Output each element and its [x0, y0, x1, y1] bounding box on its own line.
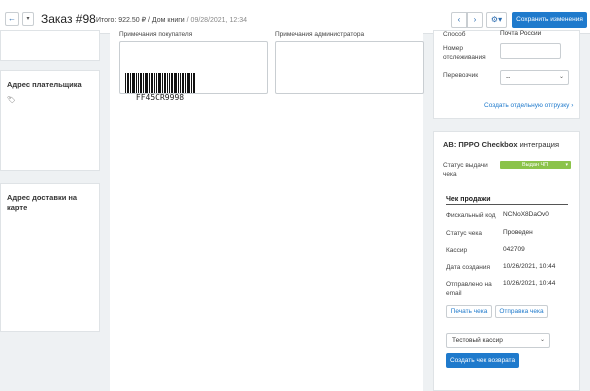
cashier-value: 042709 [503, 246, 525, 253]
shipping-method-label: Способ [443, 31, 466, 38]
gear-icon: ⚙▾ [490, 15, 503, 24]
tracking-number-input[interactable] [500, 43, 561, 59]
create-return-receipt-button[interactable]: Создать чек возврата [446, 353, 519, 368]
chevron-down-icon: ⌄ [558, 74, 564, 80]
cashier-select[interactable]: Тестовый кассир ⌄ [446, 333, 550, 348]
tracking-number-label: Номер отслеживания [443, 45, 486, 61]
total-label: Итого: [96, 17, 117, 24]
emailed-label: Отправлено на email [446, 281, 492, 297]
order-meta: Итого: 922.50 ₽ / Дом книги / 09/28/2021… [96, 16, 247, 24]
carrier-select-value: -- [506, 74, 511, 81]
barcode-text: FF45CR9998 [135, 93, 185, 102]
tag-icon[interactable]: 🏷 [7, 96, 16, 104]
caret-down-icon: ▾ [565, 162, 568, 168]
send-receipt-button[interactable]: Отправка чека [495, 305, 548, 318]
receipt-status-label: Статус чека [446, 230, 482, 237]
delivery-map-card: Адрес доставки на карте [0, 183, 100, 332]
actions-dropdown-button[interactable]: ▾ [22, 12, 34, 26]
save-button[interactable]: Сохранить изменения [512, 12, 587, 28]
page-title: Заказ #98 [41, 12, 96, 26]
carrier-select[interactable]: -- ⌄ [500, 70, 569, 85]
payer-address-title: Адрес плательщика [7, 80, 82, 89]
created-date-label: Дата создания [446, 264, 491, 271]
settings-button[interactable]: ⚙▾ [486, 12, 507, 28]
admin-notes-label: Примечания администратора [275, 31, 365, 38]
barcode [125, 73, 195, 93]
caret-down-icon: ▾ [26, 16, 30, 22]
delivery-map-title: Адрес доставки на карте [7, 193, 78, 212]
fiscal-code-label: Фискальный код [446, 212, 496, 219]
payer-address-card: Адрес плательщика 🏷 [0, 70, 100, 171]
arrow-left-icon: ← [8, 14, 16, 23]
receipt-status-issue-label: Статус выдачи чека [443, 162, 488, 178]
left-card-top [0, 30, 100, 61]
print-receipt-button[interactable]: Печать чека [446, 305, 492, 318]
cashier-select-value: Тестовый кассир [452, 337, 503, 344]
receipt-status-dropdown[interactable]: Выдан ЧП ▾ [500, 161, 571, 169]
receipt-status-value: Выдан ЧП [522, 162, 549, 168]
customer-notes-label: Примечания покупателя [119, 31, 193, 38]
meta-separator: / [148, 17, 150, 24]
back-button[interactable]: ← [5, 12, 19, 26]
shipping-method-value: Почта России [500, 30, 542, 37]
receipt-header: Чек продажи [446, 196, 491, 203]
order-date: / 09/28/2021, 12:34 [186, 17, 247, 24]
checkbox-card-title: АВ: ПРРО Checkbox интеграция [443, 140, 559, 149]
receipt-status-text: Проведен [503, 229, 533, 236]
chevron-right-icon: › [473, 15, 477, 24]
created-date-value: 10/26/2021, 10:44 [503, 263, 556, 270]
top-bar: ← ▾ Заказ #98 Итого: 922.50 ₽ / Дом книг… [0, 0, 590, 34]
store-name: Дом книги [151, 17, 185, 24]
carrier-label: Перевозчик [443, 72, 479, 79]
total-value: 922.50 ₽ [118, 17, 147, 24]
chevron-down-icon: ⌄ [539, 337, 545, 343]
checkbox-title-prefix: АВ: ПРРО [443, 140, 482, 149]
admin-notes-textarea[interactable] [275, 41, 424, 94]
checkbox-title-suffix: интеграция [517, 140, 560, 149]
checkbox-title-brand: Checkbox [481, 140, 518, 149]
cashier-label: Кассир [446, 247, 468, 254]
create-shipment-link[interactable]: Создать отдельную отгрузку › [484, 102, 573, 109]
next-order-button[interactable]: › [467, 12, 483, 28]
receipt-divider [446, 204, 568, 205]
emailed-value: 10/26/2021, 10:44 [503, 280, 556, 287]
prev-order-button[interactable]: ‹ [451, 12, 467, 28]
chevron-left-icon: ‹ [457, 15, 461, 24]
fiscal-code-value: NCNoX8DaOv0 [503, 211, 549, 218]
